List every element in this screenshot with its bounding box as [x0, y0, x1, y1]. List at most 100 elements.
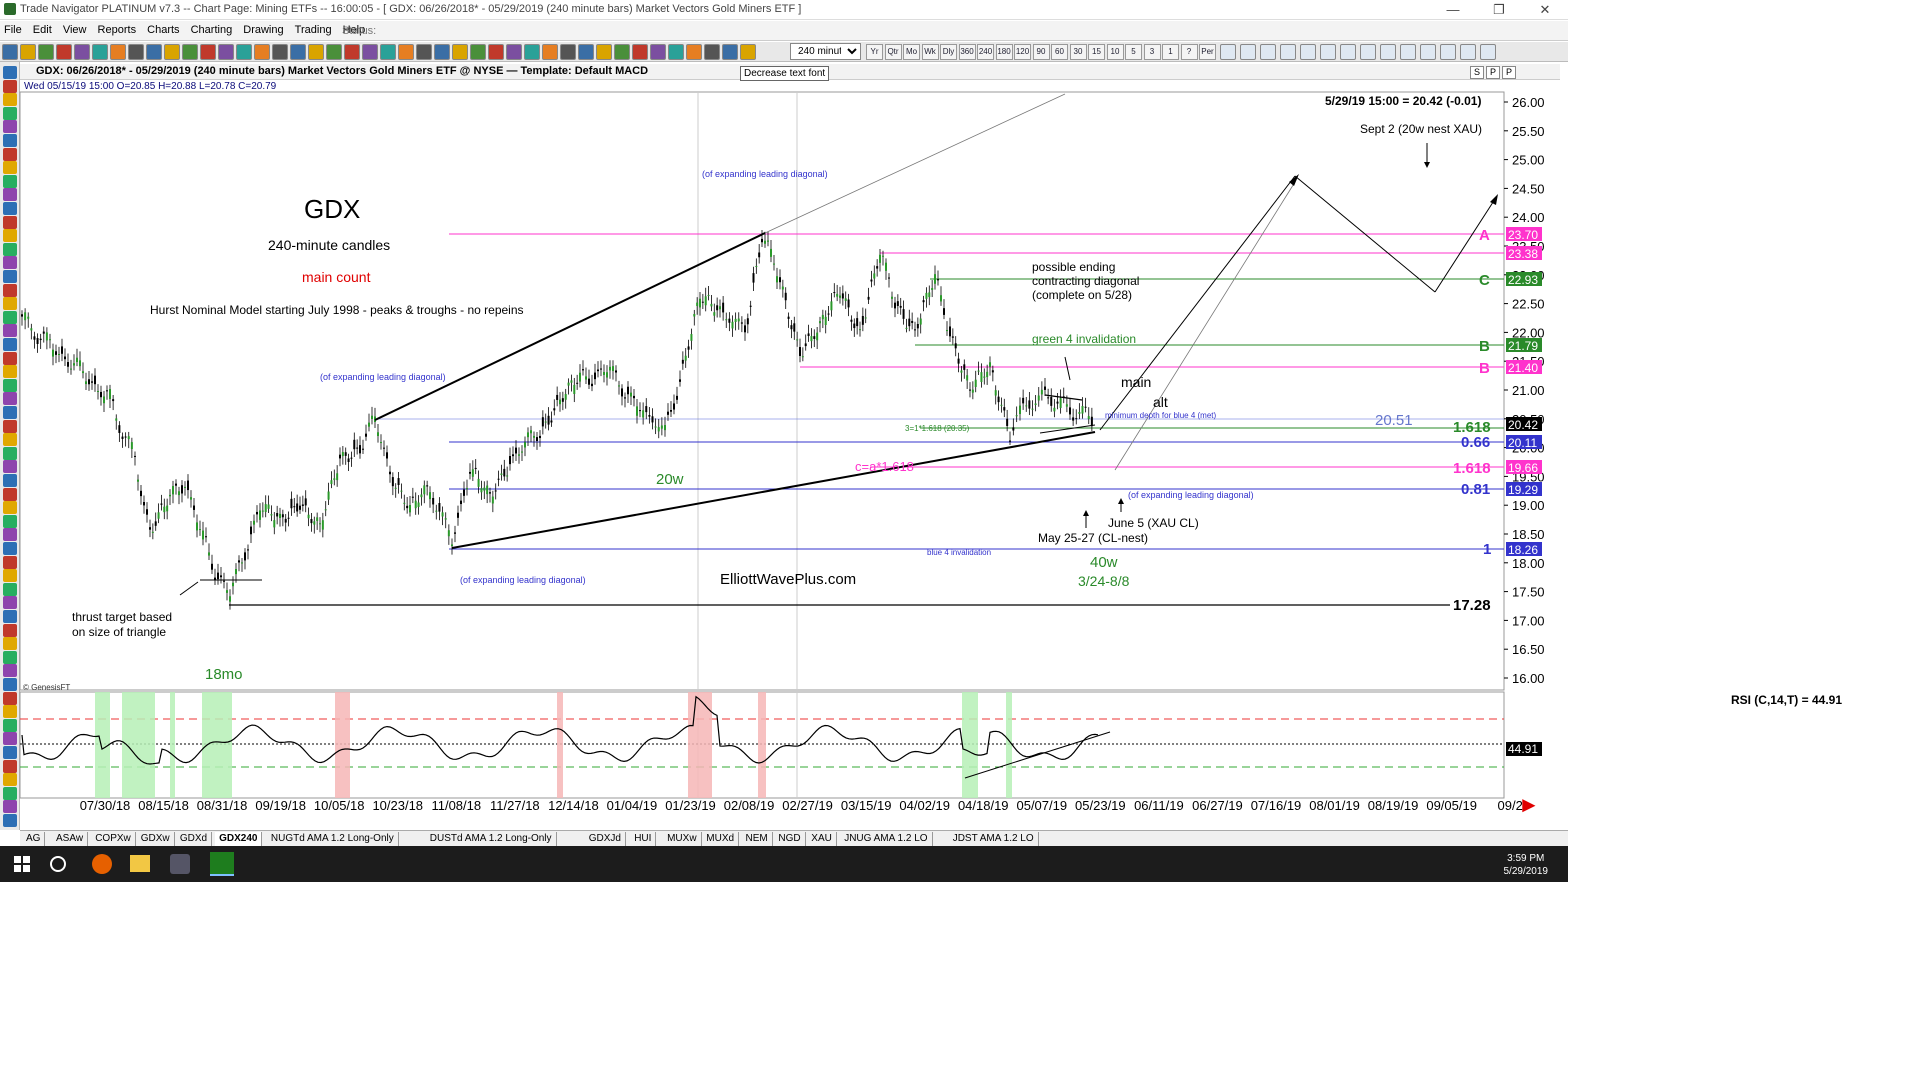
clock-date: 5/29/2019: [1503, 866, 1549, 877]
candle-body: [380, 442, 382, 444]
tab-gdxjd[interactable]: GDXJd: [585, 832, 626, 846]
tab-jnug-ama-1-2-lo[interactable]: JNUG AMA 1.2 LO: [840, 832, 933, 846]
tab-gdxw[interactable]: GDXw: [137, 832, 175, 846]
windows-start-icon[interactable]: [14, 856, 30, 872]
app-icon-taskbar[interactable]: [170, 854, 190, 874]
candle-body: [873, 273, 876, 279]
candle-body: [30, 328, 33, 331]
price-tick-label: 21.00: [1512, 383, 1545, 398]
clock: 3:59 PM 5/29/2019: [1504, 852, 1549, 878]
rsi-highlight-band: [758, 692, 766, 798]
candle-body: [541, 417, 544, 427]
level-label: 0.81: [1461, 481, 1490, 498]
tab-nugtd-ama-1-2-long-only[interactable]: NUGTd AMA 1.2 Long-Only: [267, 832, 399, 846]
date-tick-label: 08/15/18: [138, 798, 189, 813]
candle-body: [728, 318, 731, 323]
candle-body: [676, 395, 678, 400]
chart-header-button[interactable]: P: [1502, 66, 1516, 79]
chart-header-button[interactable]: S: [1470, 66, 1484, 79]
candle-body: [713, 312, 716, 316]
candle-body: [350, 457, 353, 459]
candle-body: [193, 505, 195, 510]
candle-body: [241, 562, 243, 564]
candle-body: [859, 329, 861, 331]
candle-body: [899, 305, 902, 308]
candle-body: [42, 331, 45, 334]
candle-body: [371, 415, 373, 419]
price-tick-label: 26.00: [1512, 95, 1545, 110]
candle-body: [657, 427, 660, 432]
candle-body: [70, 368, 72, 370]
candle-body: [882, 255, 884, 257]
candle-body: [238, 560, 240, 563]
candle-body: [411, 496, 414, 498]
candle-body: [441, 512, 444, 517]
candle-body: [1025, 405, 1028, 407]
candle-body: [169, 494, 171, 497]
tab-nem[interactable]: NEM: [742, 832, 773, 846]
tab-ngd[interactable]: NGD: [774, 832, 806, 846]
candle-body: [770, 248, 772, 257]
candle-body: [553, 408, 556, 411]
candle-body: [722, 302, 725, 313]
candle-body: [539, 435, 541, 439]
candle-body: [100, 391, 102, 398]
chart-header-button[interactable]: P: [1486, 66, 1500, 79]
candle-body: [746, 318, 749, 325]
rsi-label: RSI (C,14,T) = 44.91: [1730, 693, 1842, 707]
rsi-highlight-band: [1006, 692, 1012, 798]
candle-body: [752, 273, 755, 283]
date-tick-label: 10/05/18: [314, 798, 365, 813]
candle-body: [261, 510, 264, 512]
tab-muxd[interactable]: MUXd: [702, 832, 740, 846]
candle-body: [1090, 416, 1093, 427]
candle-body: [951, 336, 954, 338]
trade-navigator-icon[interactable]: [210, 852, 234, 876]
candle-body: [1078, 411, 1081, 414]
candle-body: [58, 353, 60, 355]
date-tick-label: 01/23/19: [665, 798, 716, 813]
candle-body: [660, 425, 663, 429]
date-tick-label: 05/07/19: [1016, 798, 1067, 813]
tab-gdxd[interactable]: GDXd: [176, 832, 213, 846]
firefox-icon[interactable]: [92, 854, 112, 874]
file-explorer-icon[interactable]: [130, 855, 150, 872]
tab-copxw[interactable]: COPXw: [91, 832, 136, 846]
tab-asaw[interactable]: ASAw: [52, 832, 89, 846]
tab-hui[interactable]: HUI: [630, 832, 657, 846]
candle-body: [847, 299, 850, 308]
search-icon[interactable]: [50, 856, 66, 872]
candle-body: [902, 309, 905, 319]
candle-body: [885, 262, 887, 271]
candle-body: [97, 390, 99, 392]
tab-dustd-ama-1-2-long-only[interactable]: DUSTd AMA 1.2 Long-Only: [426, 832, 557, 846]
candle-body: [333, 478, 336, 480]
date-tick-label: 11/08/18: [431, 798, 481, 813]
candle-body: [799, 347, 801, 356]
candle-body: [673, 403, 675, 410]
tab-muxw[interactable]: MUXw: [663, 832, 702, 846]
candle-body: [500, 473, 503, 475]
candle-body: [894, 302, 896, 309]
candle-body: [172, 485, 174, 495]
candle-body: [435, 510, 438, 512]
trendline: [374, 232, 766, 421]
candle-body: [943, 308, 945, 315]
candle-body: [716, 305, 719, 311]
tab-jdst-ama-1-2-lo[interactable]: JDST AMA 1.2 LO: [949, 832, 1039, 846]
candle-body: [684, 355, 687, 361]
tab-xau[interactable]: XAU: [807, 832, 837, 846]
candle-body: [524, 442, 526, 448]
candle-body: [699, 298, 701, 308]
candle-body: [781, 286, 784, 290]
tab-ag[interactable]: AG: [22, 832, 46, 846]
candle-body: [989, 362, 991, 367]
tab-gdx240[interactable]: GDX240: [215, 832, 263, 846]
candle-body: [264, 504, 267, 513]
candle-body: [561, 398, 564, 402]
candle-body: [474, 467, 477, 469]
candle-body: [299, 505, 301, 510]
price-chart[interactable]: 44.91 26.0025.5025.0024.5024.0023.5023.0…: [0, 0, 1568, 882]
candle-body: [1019, 405, 1021, 415]
candle-body: [1015, 415, 1018, 417]
